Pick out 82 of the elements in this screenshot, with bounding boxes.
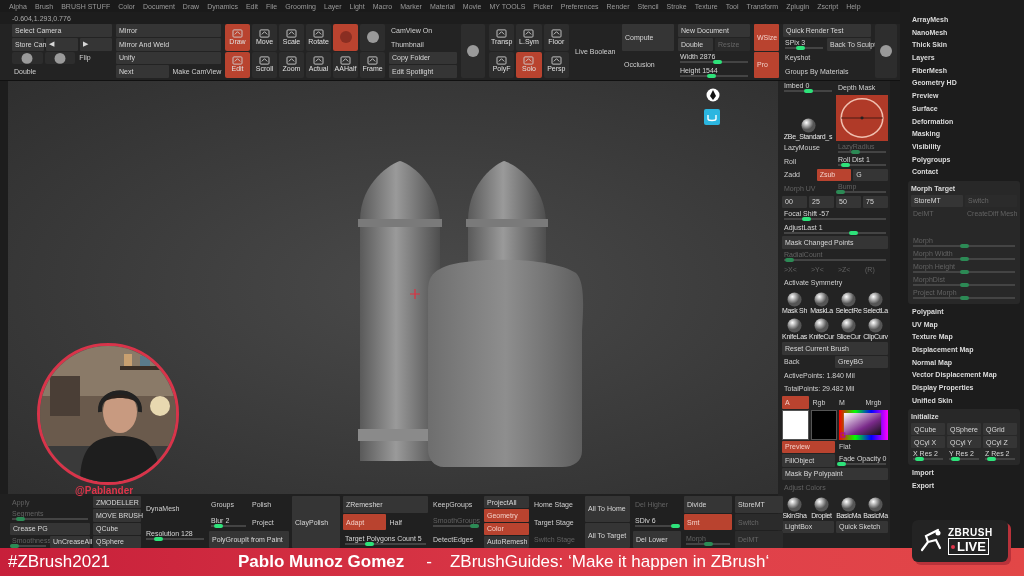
sphere-icon (868, 318, 883, 333)
slider-thumb[interactable] (915, 457, 924, 462)
sphere-icon (841, 292, 856, 307)
slider-thumb[interactable] (804, 89, 813, 94)
sphere-icon (841, 318, 856, 333)
slider-thumb[interactable] (849, 230, 859, 235)
tool-icon (367, 56, 378, 66)
tool-icon (523, 28, 535, 38)
slider-thumb[interactable] (9, 543, 19, 548)
tool-icon (340, 56, 351, 66)
sphere-icon (814, 496, 829, 512)
slider-thumb[interactable] (796, 46, 806, 51)
logo-text: ZBRUSH (948, 527, 993, 538)
tool-icon (523, 56, 535, 66)
stream-title: ZBrushGuides: ‘Make it happen in ZBrush‘ (449, 552, 770, 572)
tool-icon (550, 28, 562, 38)
slider-thumb[interactable] (365, 541, 375, 546)
tool-icon (232, 56, 243, 66)
slider-thumb[interactable] (837, 462, 847, 467)
tool-icon (550, 56, 562, 66)
sphere-icon (466, 44, 480, 58)
sphere-icon (365, 30, 380, 45)
slider-thumb[interactable] (214, 524, 223, 528)
slider-thumb[interactable] (704, 541, 713, 546)
slider-thumb[interactable] (850, 149, 860, 154)
figure-icon (918, 528, 944, 554)
sphere-icon (787, 318, 802, 333)
sphere-icon (868, 496, 883, 512)
tool-icon (259, 56, 270, 66)
slider-thumb[interactable] (841, 163, 851, 168)
depth-mask-icon[interactable] (836, 94, 888, 141)
slider-thumb[interactable] (960, 295, 969, 300)
sphere-icon (800, 117, 816, 133)
viewport[interactable] (8, 81, 778, 494)
sphere-icon (338, 30, 353, 45)
sphere-icon (879, 44, 893, 58)
slider-thumb[interactable] (713, 59, 723, 64)
tool-icon (259, 28, 270, 38)
tool-icon (232, 28, 243, 38)
sphere-icon (53, 51, 67, 65)
slider-thumb[interactable] (153, 537, 163, 542)
sphere-icon (787, 496, 802, 512)
model-drawing[interactable] (358, 161, 584, 467)
sphere-icon (841, 496, 856, 512)
live-badge: LIVE (948, 538, 989, 555)
sphere-icon (787, 292, 802, 307)
tool-icon (496, 56, 508, 66)
slider-thumb[interactable] (706, 73, 716, 78)
slider-thumb[interactable] (960, 256, 969, 261)
color-picker[interactable] (839, 409, 888, 440)
presenter-name: Pablo Munoz Gomez (238, 552, 405, 572)
slider-thumb[interactable] (802, 217, 812, 222)
slider-thumb[interactable] (15, 517, 25, 522)
slider-thumb[interactable] (951, 457, 960, 462)
sphere-icon (868, 292, 883, 307)
color-swatch[interactable] (810, 409, 837, 440)
slider-thumb[interactable] (960, 269, 969, 274)
sphere-icon (814, 292, 829, 307)
sphere-icon (20, 51, 35, 65)
color-swatch[interactable] (782, 409, 809, 440)
tool-icon (496, 28, 508, 38)
slider-thumb[interactable] (987, 457, 996, 462)
tool-icon (286, 28, 297, 38)
tool-button[interactable] (12, 51, 43, 65)
username: @Pablander (75, 485, 134, 496)
tool-button[interactable] (44, 51, 76, 65)
tool-button[interactable] (875, 24, 897, 78)
hashtag: #ZBrush2021 (8, 552, 112, 572)
tool-icon (313, 28, 324, 38)
tool-button[interactable] (360, 24, 385, 51)
slider-thumb[interactable] (836, 190, 846, 195)
slider-thumb[interactable] (470, 524, 480, 528)
slider-thumb[interactable] (960, 243, 969, 248)
slider-thumb[interactable] (960, 282, 969, 287)
sphere-icon (814, 318, 829, 333)
tool-icon (286, 56, 297, 66)
separator: - (426, 552, 432, 572)
slider-thumb[interactable] (785, 257, 795, 262)
tool-button[interactable] (461, 24, 485, 78)
tool-icon (313, 56, 324, 66)
cursor-icon (410, 289, 420, 299)
slider-thumb[interactable] (670, 524, 680, 528)
